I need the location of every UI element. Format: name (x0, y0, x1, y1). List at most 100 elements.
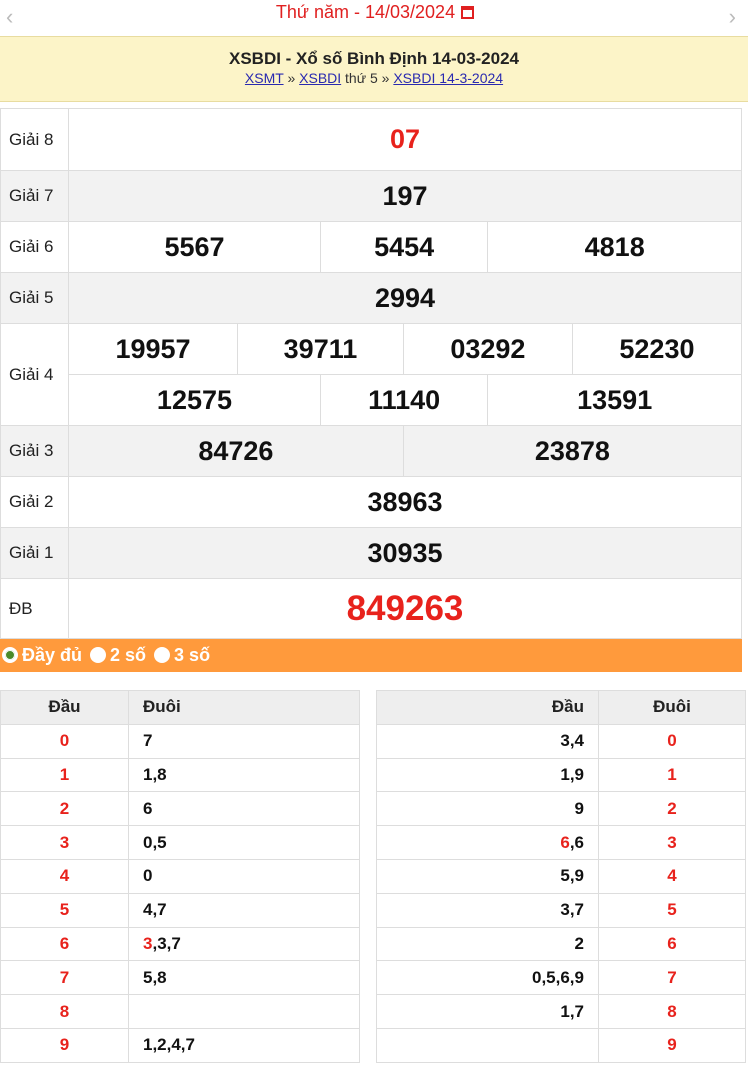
prize-label: Giải 6 (0, 221, 69, 273)
display-option-label: Đầy đủ (22, 645, 83, 665)
loto-column-header: Đuôi (598, 690, 746, 725)
prize-row: Giải 4 19957 39711 03292 52230 (0, 323, 743, 426)
breadcrumb-link[interactable]: XSBDI (299, 70, 341, 86)
loto-row: 6 3,3,7 (0, 926, 360, 962)
loto-row: 9 (376, 1027, 746, 1063)
loto-digits: 1,7 (560, 1001, 584, 1021)
prize-number: 197 (68, 170, 742, 222)
loto-tail-cell: 9 (598, 1027, 746, 1063)
breadcrumb-separator: » (283, 70, 300, 86)
loto-digits: 3,4 (560, 731, 584, 751)
loto-head-cell: 2 (0, 791, 129, 827)
loto-head-cell: 8 (0, 994, 129, 1029)
loto-row: 5,9 4 (376, 858, 746, 894)
loto-row: 3,4 0 (376, 723, 746, 759)
display-option-1[interactable]: Đầy đủ (2, 645, 82, 665)
prize-label: Giải 7 (0, 170, 69, 222)
loto-digits: 0,5,6,9 (532, 967, 584, 987)
display-option-2[interactable]: 2 số (90, 645, 146, 665)
loto-digits: 9 (574, 798, 584, 818)
loto-head-cell: 6 (0, 926, 129, 962)
loto-digits: 5,8 (143, 967, 167, 987)
prize-label: Giải 5 (0, 272, 69, 324)
loto-tail-cell: 5 (598, 892, 746, 928)
loto-digits: 6 (143, 798, 153, 818)
loto-row: 26 (0, 791, 360, 827)
prize-label: Giải 2 (0, 476, 69, 528)
breadcrumb-link[interactable]: XSMT (245, 70, 284, 86)
prize-number: 52230 (571, 323, 743, 375)
prize-number: 19957 (67, 323, 239, 375)
loto-head-cell: 1,9 (376, 757, 599, 793)
loto-header-row: Đầu Đuôi (0, 690, 360, 725)
radio-checked-icon[interactable] (2, 647, 18, 663)
loto-row: 1,9 1 (376, 757, 746, 793)
display-option-label: 2 số (110, 645, 147, 665)
prize-row: ĐB 849263 (0, 578, 742, 639)
result-heading: XSBDI - Xổ số Bình Định 14-03-2024 XSMT … (0, 36, 748, 102)
loto-head-cell: 0 (0, 723, 129, 759)
loto-tail-table: Đầu Đuôi 3,4 0 1,9 1 9 2 6,6 3 5,9 4 3,7 5 2 6 0,5,6,9 7 1… (376, 690, 746, 1063)
loto-tail-cell: 1,8 (128, 757, 360, 793)
loto-row: 9 1,2,4,7 (0, 1027, 360, 1063)
prize-label: Giải 4 (0, 323, 69, 426)
loto-column-header: Đuôi (128, 690, 360, 725)
loto-digits: 5,9 (560, 866, 584, 886)
prize-row: Giải 1 30935 (0, 527, 742, 579)
loto-tail-cell: 4 (598, 858, 746, 894)
loto-digits: 1,8 (143, 764, 167, 784)
loto-tail-cell: 8 (598, 994, 746, 1029)
display-option-3[interactable]: 3 số (154, 645, 210, 665)
loto-head-cell (376, 1027, 599, 1063)
loto-head-cell: 2 (376, 926, 599, 962)
next-day-arrow-icon[interactable]: › (729, 4, 736, 30)
prize-row: Giải 6 5567 5454 4818 (0, 221, 742, 273)
loto-digits: 4,7 (143, 900, 167, 920)
loto-tail-cell: 1 (598, 757, 746, 793)
prize-number: 30935 (68, 527, 742, 579)
prize-number: 5454 (319, 221, 489, 273)
prize-number: 11140 (319, 374, 489, 426)
prize-number: 12575 (68, 374, 321, 426)
loto-head-table: Đầu Đuôi 0 7 1 1,8 2 6 3 0,5 4 0 5 4,7 6 3,3,7 7 5,8 8 9 1,2… (0, 690, 360, 1063)
display-options-bar: Đầy đủ 2 số 3 số (0, 639, 742, 672)
loto-tail-cell: 0 (598, 723, 746, 759)
loto-head-cell: 9 (376, 791, 599, 827)
loto-tail-cell: 4,7 (128, 892, 360, 928)
display-option-label: 3 số (174, 645, 211, 665)
date-label: Thứ năm - 14/03/2024 (275, 2, 456, 22)
breadcrumb-separator: thứ 5 » (341, 70, 394, 86)
loto-head-cell: 0,5,6,9 (376, 960, 599, 996)
loto-digits: ,6 (569, 832, 584, 852)
loto-digits: 0 (143, 866, 153, 886)
loto-head-cell: 3,7 (376, 892, 599, 928)
date-picker[interactable]: Thứ năm - 14/03/2024 (0, 2, 750, 23)
loto-digits: ,3,7 (152, 933, 181, 953)
page-title: XSBDI - Xổ số Bình Định 14-03-2024 (228, 49, 519, 68)
loto-row: 1,7 8 (376, 994, 746, 1029)
prize-number: 13591 (487, 374, 742, 426)
prize-row: 12575 11140 13591 (1, 374, 742, 426)
breadcrumb: XSMT » XSBDI thứ 5 » XSBDI 14-3-2024 (0, 70, 748, 86)
loto-tail-cell: 0 (128, 858, 360, 894)
radio-unchecked-icon[interactable] (90, 647, 107, 663)
loto-tail-cell: 1,2,4,7 (128, 1027, 360, 1063)
loto-head-cell: 1 (0, 757, 129, 793)
loto-row: 07 (0, 723, 360, 759)
prize-label: ĐB (0, 578, 69, 639)
calendar-icon[interactable] (461, 6, 475, 19)
loto-row: 1 1,8 (0, 757, 360, 793)
loto-tail-cell: 0,5 (128, 825, 360, 860)
prize-number: 5567 (68, 221, 321, 273)
radio-unchecked-icon[interactable] (154, 647, 171, 663)
loto-tail-cell: 6 (128, 791, 360, 827)
loto-tail-cell: 5,8 (128, 960, 360, 996)
loto-digits: 3,7 (560, 900, 584, 920)
loto-head-cell: 3,4 (376, 723, 599, 759)
breadcrumb-link[interactable]: XSBDI 14-3-2024 (393, 70, 503, 86)
date-bar: ‹ Thứ năm - 14/03/2024 › (0, 0, 750, 34)
loto-tail-cell: 6 (598, 926, 746, 962)
prize-label: Giải 1 (0, 527, 69, 579)
prize-number: 849263 (68, 578, 742, 639)
loto-row: 26 (376, 926, 746, 962)
